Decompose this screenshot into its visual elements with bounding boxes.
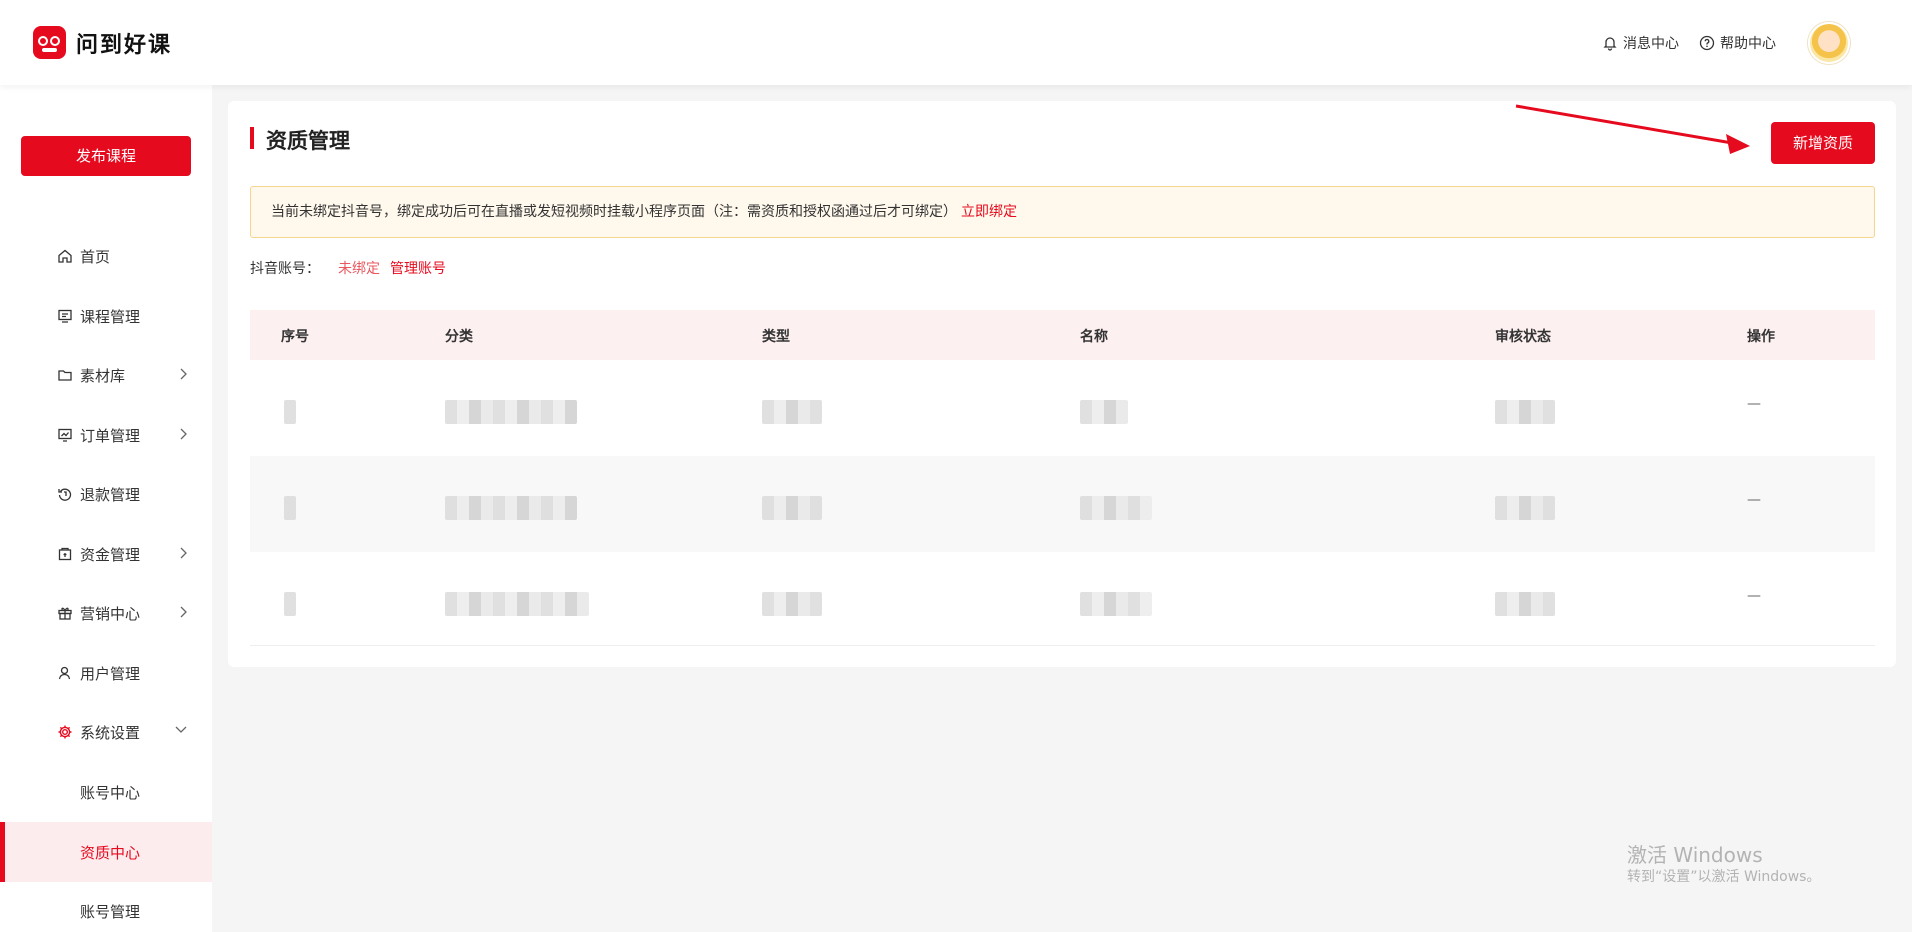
column-header-type: 类型 bbox=[762, 329, 790, 345]
redacted-cell bbox=[762, 496, 822, 520]
sidebar-item-users[interactable]: 用户管理 bbox=[0, 643, 212, 703]
help-icon bbox=[1699, 35, 1715, 51]
logo-mark-icon bbox=[33, 26, 66, 59]
brand-name: 问到好课 bbox=[76, 32, 173, 58]
sidebar-item-label: 素材库 bbox=[80, 366, 126, 385]
bind-now-link[interactable]: 立即绑定 bbox=[961, 204, 1017, 220]
redacted-cell bbox=[1080, 592, 1152, 616]
manage-account-link[interactable]: 管理账号 bbox=[390, 261, 446, 277]
sidebar-item-label: 用户管理 bbox=[80, 664, 141, 683]
chevron-right-icon bbox=[180, 547, 187, 559]
title-accent-bar bbox=[250, 127, 254, 149]
sidebar-subitem-account-manage[interactable]: 账号管理 bbox=[0, 881, 212, 932]
column-header-review-status: 审核状态 bbox=[1495, 329, 1551, 345]
redacted-cell bbox=[284, 496, 296, 520]
user-avatar[interactable] bbox=[1808, 22, 1850, 64]
redacted-cell bbox=[1495, 400, 1555, 424]
course-icon bbox=[56, 307, 74, 325]
sidebar-item-course[interactable]: 课程管理 bbox=[0, 286, 212, 346]
notice-text: 当前未绑定抖音号，绑定成功后可在直播或发短视频时挂载小程序页面（注：需资质和授权… bbox=[271, 204, 957, 220]
table-divider bbox=[250, 645, 1875, 646]
sidebar-subitem-account-center[interactable]: 账号中心 bbox=[0, 762, 212, 822]
column-header-index: 序号 bbox=[281, 329, 309, 345]
sidebar-item-label: 退款管理 bbox=[80, 485, 141, 504]
douyin-account-row: 抖音账号： 未绑定 管理账号 bbox=[250, 258, 446, 278]
home-icon bbox=[56, 247, 74, 265]
sidebar-item-label: 首页 bbox=[80, 247, 111, 266]
redacted-cell bbox=[284, 592, 296, 616]
redacted-cell bbox=[445, 400, 577, 424]
chevron-right-icon bbox=[180, 606, 187, 618]
sidebar-item-label: 账号中心 bbox=[80, 783, 141, 802]
chevron-down-icon bbox=[175, 726, 187, 733]
redacted-cell bbox=[1495, 592, 1555, 616]
bell-icon bbox=[1603, 37, 1617, 51]
sidebar-subitem-qualification-center[interactable]: 资质中心 bbox=[0, 822, 212, 882]
redacted-cell bbox=[284, 400, 296, 424]
sidebar-item-label: 订单管理 bbox=[80, 426, 141, 445]
column-header-action: 操作 bbox=[1747, 329, 1775, 345]
user-icon bbox=[56, 664, 74, 682]
header-actions: 消息中心 帮助中心 bbox=[1602, 22, 1850, 64]
help-link[interactable]: 帮助中心 bbox=[1699, 33, 1776, 53]
sidebar-item-label: 营销中心 bbox=[80, 604, 141, 623]
sidebar-item-label: 资金管理 bbox=[80, 545, 141, 564]
sidebar-item-home[interactable]: 首页 bbox=[0, 226, 212, 286]
gear-icon bbox=[56, 723, 74, 741]
sidebar-item-label: 资质中心 bbox=[80, 843, 141, 862]
sidebar-item-label: 系统设置 bbox=[80, 723, 141, 742]
gift-icon bbox=[56, 604, 74, 622]
sidebar-item-marketing[interactable]: 营销中心 bbox=[0, 583, 212, 643]
redacted-cell bbox=[1080, 400, 1128, 424]
add-qualification-button[interactable]: 新增资质 bbox=[1771, 122, 1875, 164]
redacted-cell bbox=[762, 400, 822, 424]
annotation-arrow-icon bbox=[1515, 104, 1750, 154]
account-label: 抖音账号： bbox=[250, 261, 320, 277]
redacted-cell bbox=[1080, 496, 1152, 520]
redacted-cell bbox=[762, 592, 822, 616]
table-row: — bbox=[250, 360, 1875, 456]
order-icon bbox=[56, 426, 74, 444]
wallet-icon bbox=[56, 545, 74, 563]
help-label: 帮助中心 bbox=[1720, 36, 1776, 52]
sidebar-item-funds[interactable]: 资金管理 bbox=[0, 524, 212, 584]
sidebar-item-refunds[interactable]: 退款管理 bbox=[0, 464, 212, 524]
redacted-cell bbox=[445, 496, 577, 520]
action-cell: — bbox=[1747, 396, 1761, 412]
qualification-card: 资质管理 新增资质 当前未绑定抖音号，绑定成功后可在直播或发短视频时挂载小程序页… bbox=[228, 101, 1896, 667]
column-header-category: 分类 bbox=[445, 329, 473, 345]
publish-course-button[interactable]: 发布课程 bbox=[21, 136, 191, 176]
chevron-right-icon bbox=[180, 368, 187, 380]
column-header-name: 名称 bbox=[1080, 329, 1108, 345]
refund-icon bbox=[56, 485, 74, 503]
table-header: 序号 分类 类型 名称 审核状态 操作 bbox=[250, 310, 1875, 360]
account-status: 未绑定 bbox=[338, 261, 380, 277]
sidebar-item-settings[interactable]: 系统设置 bbox=[0, 702, 212, 762]
sidebar: 发布课程 首页 课程管理 素材库 订单管理 退款管理 资金管理 营销中心 用户管… bbox=[0, 85, 212, 932]
chevron-right-icon bbox=[180, 428, 187, 440]
page-title: 资质管理 bbox=[266, 129, 350, 153]
folder-icon bbox=[56, 366, 74, 384]
action-cell: — bbox=[1747, 492, 1761, 508]
redacted-cell bbox=[1495, 496, 1555, 520]
redacted-cell bbox=[445, 592, 589, 616]
table-row: — bbox=[250, 456, 1875, 552]
top-header: 问到好课 消息中心 帮助中心 bbox=[0, 0, 1912, 85]
messages-link[interactable]: 消息中心 bbox=[1602, 33, 1679, 53]
bind-notice: 当前未绑定抖音号，绑定成功后可在直播或发短视频时挂载小程序页面（注：需资质和授权… bbox=[250, 186, 1875, 238]
messages-label: 消息中心 bbox=[1623, 36, 1679, 52]
windows-watermark-subtitle: 转到“设置”以激活 Windows。 bbox=[1627, 869, 1821, 885]
sidebar-item-label: 课程管理 bbox=[80, 307, 141, 326]
sidebar-item-materials[interactable]: 素材库 bbox=[0, 345, 212, 405]
table-row: — bbox=[250, 552, 1875, 648]
sidebar-item-label: 账号管理 bbox=[80, 902, 141, 921]
sidebar-item-orders[interactable]: 订单管理 bbox=[0, 405, 212, 465]
brand-logo[interactable]: 问到好课 bbox=[33, 26, 172, 59]
windows-watermark-title: 激活 Windows bbox=[1627, 843, 1763, 867]
action-cell: — bbox=[1747, 588, 1761, 604]
